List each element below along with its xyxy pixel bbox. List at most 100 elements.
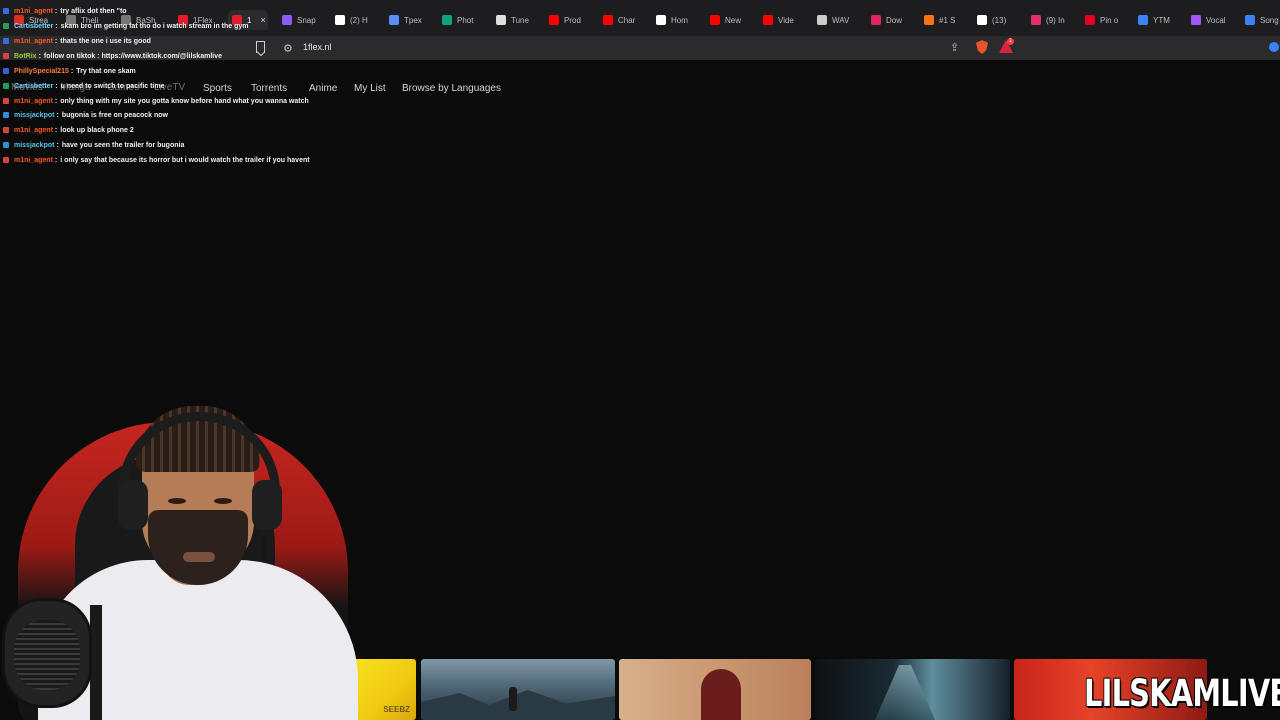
browser-tab[interactable]: (13)	[977, 10, 1025, 30]
webcam-overlay	[0, 400, 360, 720]
thumbnail-art	[875, 665, 935, 720]
x-favicon-icon	[335, 15, 345, 25]
thumbnail-tag: SEEBZ	[383, 705, 410, 714]
snap-favicon-icon	[282, 15, 292, 25]
gear-favicon-icon	[496, 15, 506, 25]
headset-earcup	[252, 480, 282, 530]
thumbnail-art	[509, 687, 517, 711]
chat-badge-icon	[3, 8, 9, 14]
close-tab-icon[interactable]: ×	[260, 15, 265, 25]
chat-username[interactable]: Cartisbetter	[14, 83, 53, 90]
chat-badge-icon	[3, 157, 9, 163]
youtube-favicon-icon	[763, 15, 773, 25]
bookmark-icon[interactable]	[256, 41, 265, 53]
chat-text: look up black phone 2	[60, 126, 134, 134]
nav-anime[interactable]: Anime	[309, 83, 337, 94]
tab-label: Dow	[886, 15, 903, 25]
chat-text: u need to switch to pacific time	[60, 82, 165, 90]
rewards-count-badge: 1	[1007, 38, 1014, 45]
chat-text: follow on tiktok : https://www.tiktok.co…	[43, 52, 222, 60]
x-favicon-icon	[656, 15, 666, 25]
chat-text: bugonia is free on peacock now	[61, 111, 168, 119]
browser-tab[interactable]: Vide	[763, 10, 811, 30]
chat-message: m1ni_agent: only thing with my site you g…	[0, 95, 309, 107]
chat-username[interactable]: m1ni_agent	[14, 157, 53, 164]
browser-tab[interactable]: Char	[603, 10, 651, 30]
store-favicon-icon	[924, 15, 934, 25]
chat-badge-icon	[3, 53, 9, 59]
tab-label: Tune	[511, 15, 529, 25]
browser-tab[interactable]: Prod	[549, 10, 597, 30]
browser-tab[interactable]: (9) In	[1031, 10, 1079, 30]
tab-label: Phot	[457, 15, 474, 25]
chat-text: skam bro im getting fat tho do i watch s…	[60, 22, 249, 30]
browser-tab[interactable]: Tpex	[389, 10, 437, 30]
movie-thumbnail[interactable]	[619, 659, 811, 720]
chat-badge-icon	[3, 127, 9, 133]
chat-badge-icon	[3, 38, 9, 44]
movie-thumbnail[interactable]: SEEBZ	[353, 659, 416, 720]
tab-label: Prod	[564, 15, 581, 25]
chat-username[interactable]: BotRix	[14, 53, 37, 60]
tab-label: (9) In	[1046, 15, 1065, 25]
chat-username[interactable]: m1ni_agent	[14, 127, 53, 134]
channel-watermark: LILSKAMLIVE	[1084, 672, 1280, 715]
nav-sports[interactable]: Sports	[203, 83, 232, 94]
chat-username[interactable]: m1ni_agent	[14, 38, 53, 45]
movie-thumbnail[interactable]	[815, 659, 1010, 720]
chat-username[interactable]: Cartisbetter	[14, 23, 53, 30]
site-settings-icon[interactable]: ⚙	[283, 42, 293, 55]
tab-label: Snap	[297, 15, 316, 25]
chat-separator: :	[56, 141, 59, 149]
nav-browse-by-languages[interactable]: Browse by Languages	[402, 83, 501, 94]
nav-torrents[interactable]: Torrents	[251, 83, 287, 94]
movie-thumbnail[interactable]	[421, 659, 615, 720]
tpex-favicon-icon	[389, 15, 399, 25]
chat-username[interactable]: m1ni_agent	[14, 98, 53, 105]
cloud-favicon-icon	[817, 15, 827, 25]
chat-badge-icon	[3, 68, 9, 74]
browser-tab[interactable]: New	[710, 10, 758, 30]
chat-badge-icon	[3, 142, 9, 148]
browser-tab[interactable]: Tune	[496, 10, 544, 30]
brave-shields-icon[interactable]	[976, 40, 988, 54]
nav-my-list[interactable]: My List	[354, 83, 386, 94]
chat-username[interactable]: m1ni_agent	[14, 8, 53, 15]
browser-tab[interactable]: Song	[1245, 10, 1280, 30]
chat-separator: :	[38, 52, 41, 60]
chat-separator: :	[70, 67, 74, 75]
thumbnail-art	[421, 690, 615, 720]
chat-username[interactable]: missjackpot	[14, 112, 54, 119]
browser-tab[interactable]: Pin o	[1085, 10, 1133, 30]
ytm-favicon-icon	[1138, 15, 1148, 25]
tab-label: YTM	[1153, 15, 1170, 25]
chat-badge-icon	[3, 83, 9, 89]
chat-message: m1ni_agent: thats the one i use its good	[0, 35, 151, 47]
tab-label: (2) H	[350, 15, 368, 25]
browser-tab[interactable]: (2) H	[335, 10, 383, 30]
tab-label: New	[725, 15, 742, 25]
chat-text: thats the one i use its good	[60, 37, 151, 45]
profile-avatar-icon[interactable]	[1269, 42, 1279, 52]
chat-separator: :	[54, 37, 58, 45]
chat-username[interactable]: missjackpot	[14, 142, 54, 149]
chat-separator: :	[56, 111, 59, 119]
browser-tab[interactable]: YTM	[1138, 10, 1186, 30]
pinterest-favicon-icon	[1085, 15, 1095, 25]
chat-username[interactable]: PhillySpecial215	[14, 68, 69, 75]
tab-label: WAV	[832, 15, 850, 25]
browser-tab[interactable]: Phot	[442, 10, 490, 30]
tab-label: Char	[618, 15, 636, 25]
browser-tab[interactable]: WAV	[817, 10, 865, 30]
chat-separator: :	[55, 82, 58, 90]
browser-tab[interactable]: Dow	[871, 10, 919, 30]
browser-tab[interactable]: #1 S	[924, 10, 972, 30]
url-field[interactable]: 1flex.nl	[303, 42, 332, 52]
browser-tab[interactable]: Snap	[282, 10, 330, 30]
chat-separator: :	[55, 22, 58, 30]
browser-tab[interactable]: Hom	[656, 10, 704, 30]
chat-message: m1ni_agent: look up black phone 2	[0, 124, 134, 136]
share-icon[interactable]: ⇪	[950, 41, 959, 54]
browser-tab[interactable]: Vocal	[1191, 10, 1239, 30]
chat-badge-icon	[3, 98, 9, 104]
